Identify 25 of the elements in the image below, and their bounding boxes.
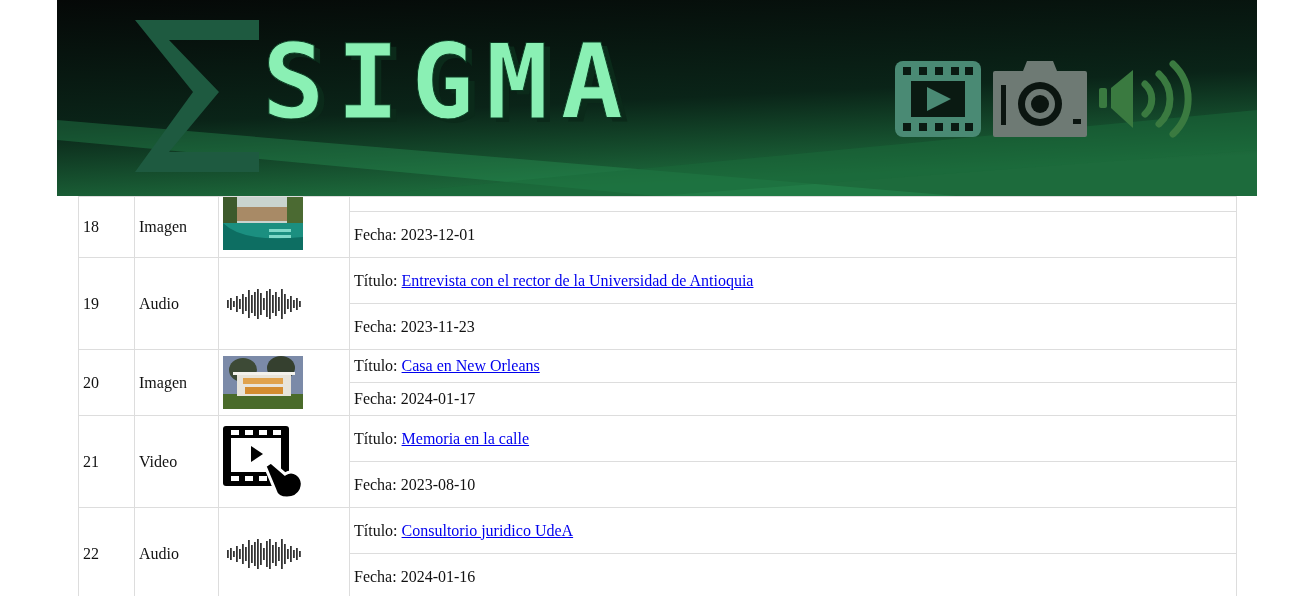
date-text: Fecha: 2024-01-17 <box>354 390 476 407</box>
table-cell: Imagen <box>134 349 219 416</box>
table-cell: Video <box>134 415 219 508</box>
title-label: Título: <box>354 521 398 539</box>
title-link[interactable]: Casa en New Orleans <box>401 357 540 374</box>
table-cell: 21 <box>78 415 135 508</box>
video-tap-icon <box>223 425 303 498</box>
waveform-icon <box>227 538 301 569</box>
title-label: Título: <box>354 271 398 289</box>
date-text: Fecha: 2023-12-01 <box>354 225 476 243</box>
title-link[interactable]: Entrevista con el rector de la Universidad de Antioquia <box>401 271 754 289</box>
title-label: Título: <box>354 429 398 447</box>
title-link[interactable]: Memoria en la calle <box>401 429 530 447</box>
table-cell: 20 <box>78 349 135 416</box>
date-text: Fecha: 2024-01-16 <box>354 567 476 585</box>
table-cell: Audio <box>134 257 219 350</box>
title-label: Título: <box>354 357 398 374</box>
table-cell: 19 <box>78 257 135 350</box>
date-text: Fecha: 2023-08-10 <box>354 475 476 493</box>
table-cell: Imagen <box>134 196 219 258</box>
waveform-icon <box>227 288 301 319</box>
table-cell: 22 <box>78 507 135 596</box>
title-link[interactable]: Consultorio juridico UdeA <box>401 521 574 539</box>
date-text: Fecha: 2023-11-23 <box>354 317 475 335</box>
table-cell: 18 <box>78 196 135 258</box>
